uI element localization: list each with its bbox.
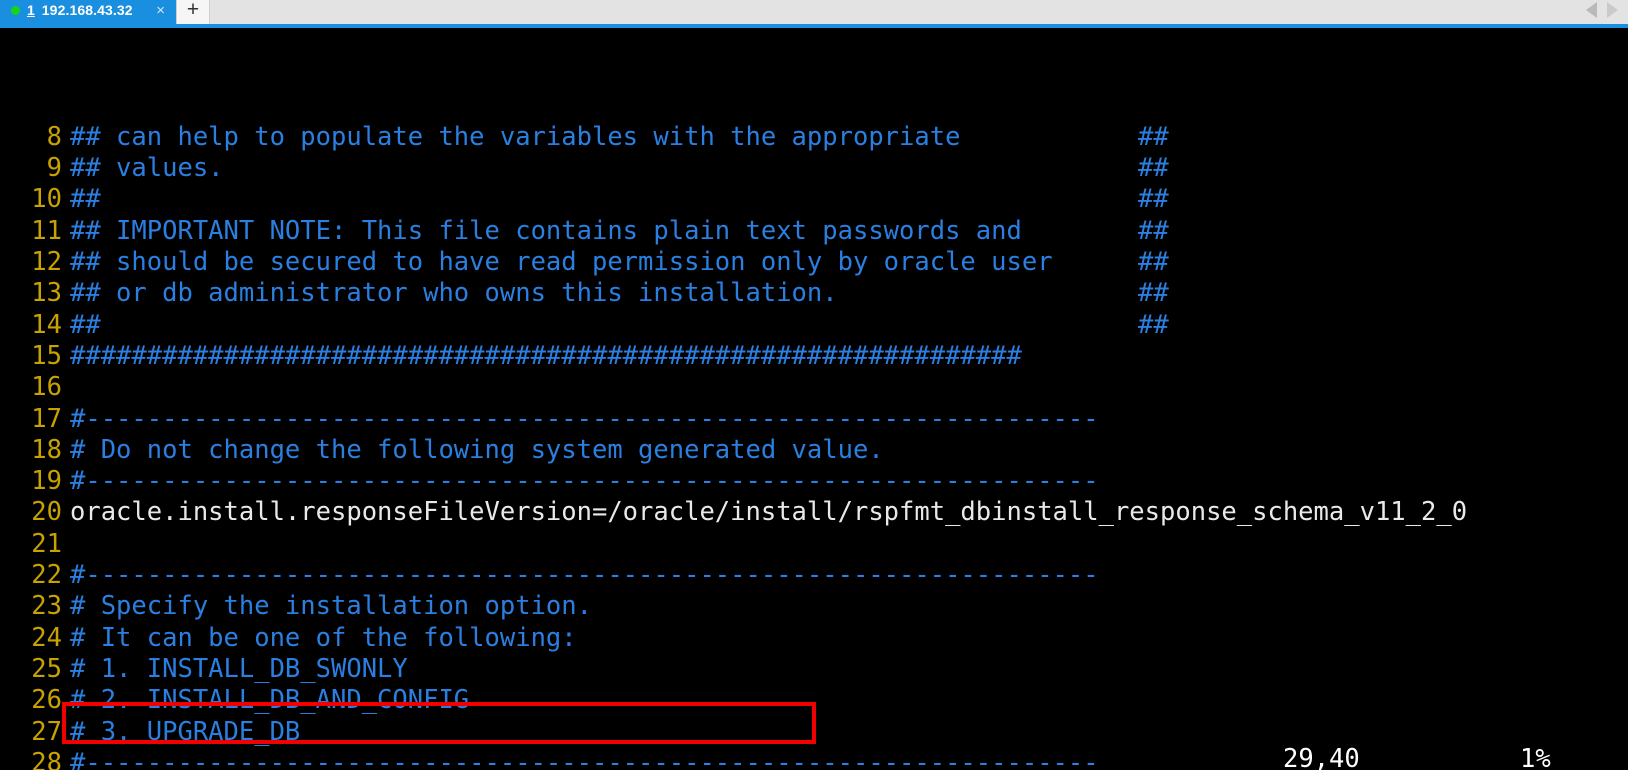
line-text: #---------------------------------------… <box>70 466 1099 497</box>
line-text: # 1. INSTALL_DB_SWONLY <box>70 653 408 684</box>
line-number: 12 <box>31 247 62 278</box>
line-text: ## values. <box>70 153 224 184</box>
editor-line: 26 # 2. INSTALL_DB_AND_CONFIG <box>0 685 1628 716</box>
line-number: 14 <box>31 309 62 340</box>
line-number: 16 <box>31 372 62 403</box>
line-number: 21 <box>31 528 62 559</box>
editor-line: 9 ## values. ## <box>0 153 1628 184</box>
arrow-left-icon[interactable] <box>1586 2 1597 18</box>
line-text: #---------------------------------------… <box>70 403 1099 434</box>
line-text: # Specify the installation option. <box>70 591 592 622</box>
line-text: ## can help to populate the variables wi… <box>70 121 961 152</box>
line-number: 18 <box>31 434 62 465</box>
editor-line: 23 # Specify the installation option. <box>0 591 1628 622</box>
line-text: ## should be secured to have read permis… <box>70 247 1053 278</box>
line-trailing-hash: ## <box>1138 153 1169 184</box>
line-number: 22 <box>31 560 62 591</box>
line-text: ## <box>70 184 101 215</box>
line-number: 25 <box>31 653 62 684</box>
line-number: 20 <box>31 497 62 528</box>
line-text: ## <box>70 309 101 340</box>
line-text: ## or db administrator who owns this ins… <box>70 278 838 309</box>
editor-line: 24 # It can be one of the following: <box>0 623 1628 654</box>
editor-line: 19 #-------------------------------------… <box>0 466 1628 497</box>
editor-text-area[interactable]: 8 ## can help to populate the variables w… <box>0 122 1628 770</box>
editor-line: 14 ## ## <box>0 310 1628 341</box>
line-trailing-hash: ## <box>1138 121 1169 152</box>
line-trailing-hash: ## <box>1138 309 1169 340</box>
close-icon[interactable]: × <box>154 3 167 18</box>
line-number: 19 <box>31 466 62 497</box>
editor-line: 21 <box>0 529 1628 560</box>
vim-status-line: -- INSERT -- 29,40 1% <box>0 744 1628 770</box>
tab-bar: 1 192.168.43.32 × + <box>0 0 1628 28</box>
editor-line: 22 #-------------------------------------… <box>0 560 1628 591</box>
editor-line: 18 # Do not change the following system g… <box>0 435 1628 466</box>
line-text: # Do not change the following system gen… <box>70 434 884 465</box>
line-text: ## IMPORTANT NOTE: This file contains pl… <box>70 215 1022 246</box>
terminal-tab[interactable]: 1 192.168.43.32 × <box>0 0 176 24</box>
line-trailing-hash: ## <box>1138 215 1169 246</box>
editor-line: 17 #-------------------------------------… <box>0 404 1628 435</box>
editor-line: 16 <box>0 372 1628 403</box>
line-number: 26 <box>31 685 62 716</box>
line-number: 11 <box>31 215 62 246</box>
new-tab-button[interactable]: + <box>176 0 210 24</box>
editor-line: 11 ## IMPORTANT NOTE: This file contains … <box>0 216 1628 247</box>
tab-title: 192.168.43.32 <box>41 2 133 18</box>
tab-bar-spacer <box>210 0 1586 24</box>
connected-dot-icon <box>11 5 20 15</box>
scroll-percent: 1% <box>1520 744 1551 770</box>
editor-line: 25 # 1. INSTALL_DB_SWONLY <box>0 654 1628 685</box>
tab-index: 1 <box>27 2 35 18</box>
arrow-right-icon[interactable] <box>1607 2 1618 18</box>
line-number: 10 <box>31 184 62 215</box>
cursor-position: 29,40 <box>1283 744 1360 770</box>
tab-scroll-controls <box>1586 0 1628 24</box>
line-text: # 2. INSTALL_DB_AND_CONFIG <box>70 685 470 716</box>
line-number: 24 <box>31 622 62 653</box>
line-trailing-hash: ## <box>1138 184 1169 215</box>
editor-line: 20 oracle.install.responseFileVersion=/or… <box>0 497 1628 528</box>
line-number: 23 <box>31 591 62 622</box>
line-text: # 3. UPGRADE_DB <box>70 716 301 747</box>
editor-line: 8 ## can help to populate the variables w… <box>0 122 1628 153</box>
line-text: # It can be one of the following: <box>70 622 577 653</box>
line-text: oracle.install.responseFileVersion=/orac… <box>70 497 1468 528</box>
line-number: 8 <box>46 121 62 152</box>
line-number: 9 <box>46 153 62 184</box>
terminal-viewport[interactable]: 8 ## can help to populate the variables w… <box>0 28 1628 770</box>
editor-line: 10 ## ## <box>0 184 1628 215</box>
line-text: #---------------------------------------… <box>70 560 1099 591</box>
line-number: 13 <box>31 278 62 309</box>
line-trailing-hash: ## <box>1138 247 1169 278</box>
line-trailing-hash: ## <box>1138 278 1169 309</box>
line-number: 17 <box>31 403 62 434</box>
editor-line: 15 ######################################… <box>0 341 1628 372</box>
editor-line: 13 ## or db administrator who owns this i… <box>0 278 1628 309</box>
editor-line: 12 ## should be secured to have read perm… <box>0 247 1628 278</box>
line-text: ########################################… <box>70 340 1022 371</box>
line-number: 15 <box>31 340 62 371</box>
